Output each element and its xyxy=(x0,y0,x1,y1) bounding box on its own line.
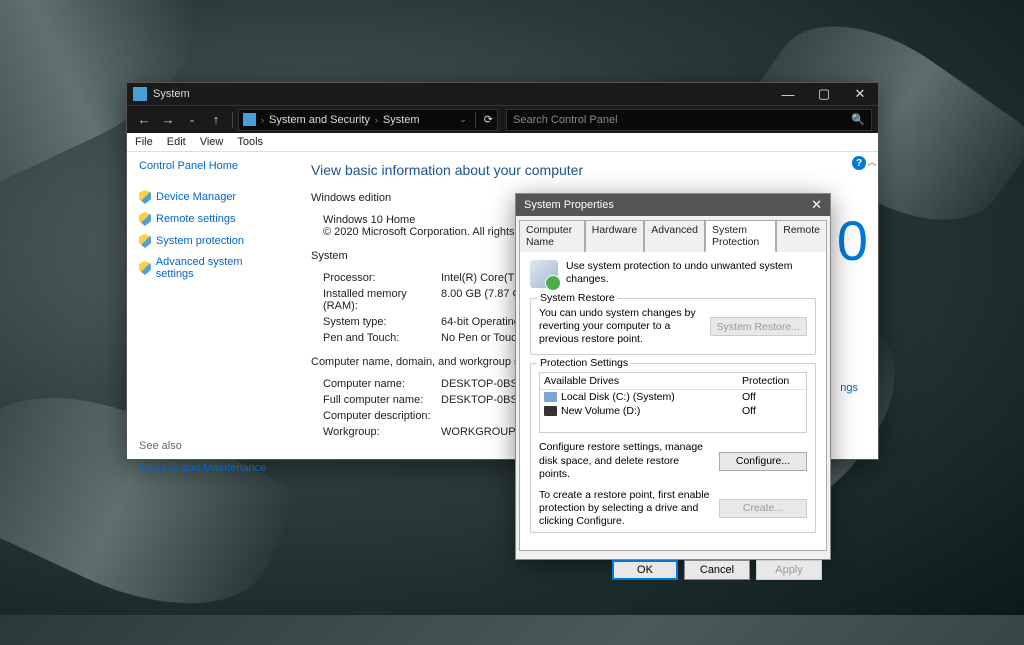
titlebar[interactable]: System — ▢ ✕ xyxy=(127,83,878,105)
chevron-right-icon: › xyxy=(375,115,378,125)
help-icon[interactable]: ? xyxy=(852,156,866,170)
shield-icon xyxy=(139,234,151,248)
workgroup-label: Workgroup: xyxy=(323,426,441,438)
protection-status: Off xyxy=(742,391,802,403)
create-text: To create a restore point, first enable … xyxy=(539,489,711,528)
protection-settings-group: Protection Settings Available Drives Pro… xyxy=(530,363,816,533)
search-placeholder: Search Control Panel xyxy=(513,114,618,126)
pen-touch-label: Pen and Touch: xyxy=(323,332,441,344)
up-button[interactable]: ↑ xyxy=(205,109,227,131)
page-title: View basic information about your comput… xyxy=(311,162,860,178)
scroll-up-icon[interactable]: ︿ xyxy=(866,155,878,168)
system-icon xyxy=(133,87,147,101)
create-button[interactable]: Create... xyxy=(719,499,807,518)
workgroup-value: WORKGROUP xyxy=(441,426,516,438)
menu-view[interactable]: View xyxy=(200,136,224,148)
refresh-button[interactable]: ⟳ xyxy=(484,113,493,126)
tab-remote[interactable]: Remote xyxy=(776,220,827,252)
chevron-right-icon: › xyxy=(261,115,264,125)
ram-label: Installed memory (RAM): xyxy=(323,288,441,312)
back-button[interactable]: ← xyxy=(133,109,155,131)
breadcrumb-part[interactable]: System xyxy=(383,114,420,126)
chevron-down-icon[interactable]: ⌄ xyxy=(459,114,467,125)
windows-10-badge: 0 xyxy=(837,208,868,273)
see-also-header: See also xyxy=(139,440,281,452)
protection-settings-legend: Protection Settings xyxy=(537,357,631,369)
sidebar-link-system-protection[interactable]: System protection xyxy=(139,234,281,248)
control-panel-home-link[interactable]: Control Panel Home xyxy=(139,160,281,172)
col-available-drives: Available Drives xyxy=(544,375,742,387)
protection-status: Off xyxy=(742,405,802,417)
address-bar[interactable]: › System and Security › System ⌄ ⟳ xyxy=(238,109,498,131)
dialog-close-button[interactable]: ✕ xyxy=(811,197,822,213)
search-input[interactable]: Search Control Panel 🔍 xyxy=(506,109,872,131)
shield-icon xyxy=(139,261,151,275)
apply-button[interactable]: Apply xyxy=(756,560,822,580)
tab-hardware[interactable]: Hardware xyxy=(585,220,645,252)
configure-button[interactable]: Configure... xyxy=(719,452,807,471)
system-protection-icon xyxy=(530,260,558,288)
maximize-button[interactable]: ▢ xyxy=(806,83,842,105)
menu-edit[interactable]: Edit xyxy=(167,136,186,148)
cancel-button[interactable]: Cancel xyxy=(684,560,750,580)
system-type-label: System type: xyxy=(323,316,441,328)
security-maintenance-link[interactable]: Security and Maintenance xyxy=(139,462,266,474)
full-name-label: Full computer name: xyxy=(323,394,441,406)
menu-tools[interactable]: Tools xyxy=(237,136,263,148)
restore-text: You can undo system changes by reverting… xyxy=(539,307,702,346)
tab-advanced[interactable]: Advanced xyxy=(644,220,705,252)
intro-text: Use system protection to undo unwanted s… xyxy=(566,260,816,288)
shield-icon xyxy=(139,190,151,204)
drive-icon xyxy=(544,392,557,402)
description-label: Computer description: xyxy=(323,410,441,422)
processor-label: Processor: xyxy=(323,272,441,284)
system-properties-dialog: System Properties ✕ Computer Name Hardwa… xyxy=(515,193,831,560)
sidebar-link-advanced-settings[interactable]: Advanced system settings xyxy=(139,256,281,280)
tab-content: Use system protection to undo unwanted s… xyxy=(519,251,827,551)
nav-toolbar: ← → ⌄ ↑ › System and Security › System ⌄… xyxy=(127,105,878,133)
breadcrumb-part[interactable]: System and Security xyxy=(269,114,370,126)
minimize-button[interactable]: — xyxy=(770,83,806,105)
menu-file[interactable]: File xyxy=(135,136,153,148)
dialog-titlebar[interactable]: System Properties ✕ xyxy=(516,194,830,216)
dialog-title: System Properties xyxy=(524,199,614,211)
system-restore-button[interactable]: System Restore... xyxy=(710,317,807,336)
sidebar-link-remote-settings[interactable]: Remote settings xyxy=(139,212,281,226)
system-restore-legend: System Restore xyxy=(537,292,618,304)
close-button[interactable]: ✕ xyxy=(842,83,878,105)
drive-row[interactable]: New Volume (D:) Off xyxy=(540,404,806,418)
history-dropdown[interactable]: ⌄ xyxy=(181,109,203,131)
tab-computer-name[interactable]: Computer Name xyxy=(519,220,585,252)
ok-button[interactable]: OK xyxy=(612,560,678,580)
configure-text: Configure restore settings, manage disk … xyxy=(539,441,711,480)
shield-icon xyxy=(139,212,151,226)
forward-button[interactable]: → xyxy=(157,109,179,131)
sidebar: Control Panel Home Device Manager Remote… xyxy=(127,152,293,459)
drive-icon xyxy=(544,406,557,416)
dialog-buttons: OK Cancel Apply xyxy=(516,554,830,586)
menubar: File Edit View Tools xyxy=(127,133,878,152)
change-settings-link[interactable]: ngs xyxy=(840,382,858,394)
sidebar-link-device-manager[interactable]: Device Manager xyxy=(139,190,281,204)
col-protection: Protection xyxy=(742,375,802,387)
drives-table[interactable]: Available Drives Protection Local Disk (… xyxy=(539,372,807,433)
tab-system-protection[interactable]: System Protection xyxy=(705,220,776,252)
search-icon[interactable]: 🔍 xyxy=(851,113,865,126)
system-restore-group: System Restore You can undo system chang… xyxy=(530,298,816,355)
window-title: System xyxy=(153,88,190,100)
drive-row[interactable]: Local Disk (C:) (System) Off xyxy=(540,390,806,404)
dialog-tabs: Computer Name Hardware Advanced System P… xyxy=(516,216,830,251)
control-panel-icon xyxy=(243,113,256,126)
computer-name-label: Computer name: xyxy=(323,378,441,390)
